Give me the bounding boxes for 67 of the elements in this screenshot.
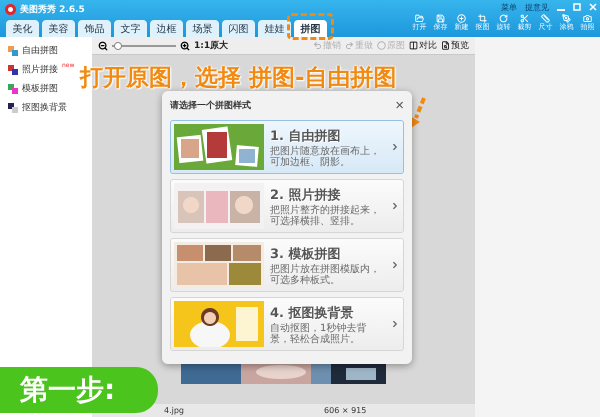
- document-search-icon: [441, 41, 450, 50]
- zoom-out-icon[interactable]: [98, 40, 108, 50]
- option-description: 把照片整齐的拼接起来，可选择横排、竖排。: [270, 204, 381, 226]
- zoom-in-icon[interactable]: [180, 40, 190, 50]
- pen-icon: [562, 14, 571, 23]
- header-link[interactable]: 菜单: [501, 2, 517, 12]
- option-title: 2. 照片拼接: [270, 186, 342, 204]
- sidebar-label: 自由拼图: [22, 44, 58, 57]
- toolbar-action[interactable]: 预览: [441, 39, 469, 52]
- folder-icon: [415, 14, 424, 23]
- slider-thumb[interactable]: [114, 42, 122, 50]
- close-icon[interactable]: [589, 3, 597, 11]
- chevron-icon: [390, 260, 400, 270]
- camera-icon: [583, 14, 592, 23]
- image-size: 606 × 915: [324, 406, 366, 415]
- save-icon: [436, 14, 445, 23]
- toolbar-action[interactable]: 对比: [409, 39, 437, 52]
- tab[interactable]: 娃娃: [258, 20, 291, 37]
- file-name: 4.jpg: [164, 406, 184, 415]
- redo-icon: [345, 41, 354, 50]
- circle-icon: [377, 41, 386, 50]
- collage-option[interactable]: 4. 抠图换背景 自动抠图，1秒钟去背景，轻松合成照片。: [170, 297, 404, 351]
- chevron-icon: [390, 319, 400, 329]
- sidebar-item[interactable]: 抠图换背景: [8, 100, 92, 115]
- maximize-icon[interactable]: [573, 3, 581, 11]
- chevron-icon: [390, 201, 400, 211]
- crop-icon: [478, 14, 487, 23]
- sidebar-label: 照片拼接: [22, 64, 58, 76]
- tab[interactable]: 饰品: [78, 20, 111, 37]
- option-description: 把图片随意放在画布上，可加边框、阴影。: [270, 146, 381, 168]
- instruction-text: 打开原图，选择 拼图-自由拼图: [80, 64, 397, 93]
- chevron-icon: [390, 142, 400, 152]
- collage-option[interactable]: 3. 模板拼图 把图片放在拼图模版内，可选多种板式。: [170, 238, 404, 292]
- tab[interactable]: 美容: [42, 20, 75, 37]
- option-title: 3. 模板拼图: [270, 246, 342, 262]
- scissors-icon: [520, 14, 529, 23]
- step-badge: 第一步:: [0, 367, 158, 413]
- split-view-icon: [409, 41, 418, 50]
- option-description: 把图片放在拼图模版内，可选多种板式。: [270, 264, 381, 286]
- collage-icon: [8, 64, 18, 74]
- collage-option[interactable]: 2. 照片拼接 把照片整齐的拼接起来，可选择横排、竖排。: [170, 179, 404, 233]
- tab[interactable]: 闪图: [222, 20, 255, 37]
- collage-icon: [8, 84, 18, 94]
- option-description: 自动抠图，1秒钟去背景，轻松合成照片。: [270, 322, 368, 344]
- zoom-label: 1:1原大: [194, 39, 228, 52]
- tab[interactable]: 文字: [114, 20, 147, 37]
- dialog-title: 请选择一个拼图样式: [170, 99, 251, 112]
- option-title: 1. 自由拼图: [270, 128, 342, 144]
- undo-icon: [313, 41, 322, 50]
- tab[interactable]: 拼图: [294, 20, 327, 37]
- ruler-icon: [541, 14, 550, 23]
- app-logo-icon: [5, 4, 16, 15]
- header-link[interactable]: 提意见: [525, 2, 549, 12]
- tab[interactable]: 场景: [186, 20, 219, 37]
- sidebar-label: 模板拼图: [22, 82, 58, 95]
- tab[interactable]: 美化: [6, 20, 39, 37]
- sidebar-label: 抠图换背景: [22, 102, 67, 114]
- collage-option[interactable]: 1. 自由拼图 把图片随意放在画布上，可加边框、阴影。: [170, 120, 404, 174]
- plus-icon: [457, 14, 466, 23]
- rotate-icon: [499, 14, 508, 23]
- tab[interactable]: 边框: [150, 20, 183, 37]
- collage-icon: [8, 46, 18, 56]
- window-title: 美图秀秀 2.6.5: [20, 3, 85, 16]
- collage-icon: [8, 102, 18, 112]
- sidebar-item[interactable]: 自由拼图: [8, 43, 92, 58]
- close-button[interactable]: ×: [395, 98, 404, 112]
- option-title: 4. 抠图换背景: [270, 304, 355, 322]
